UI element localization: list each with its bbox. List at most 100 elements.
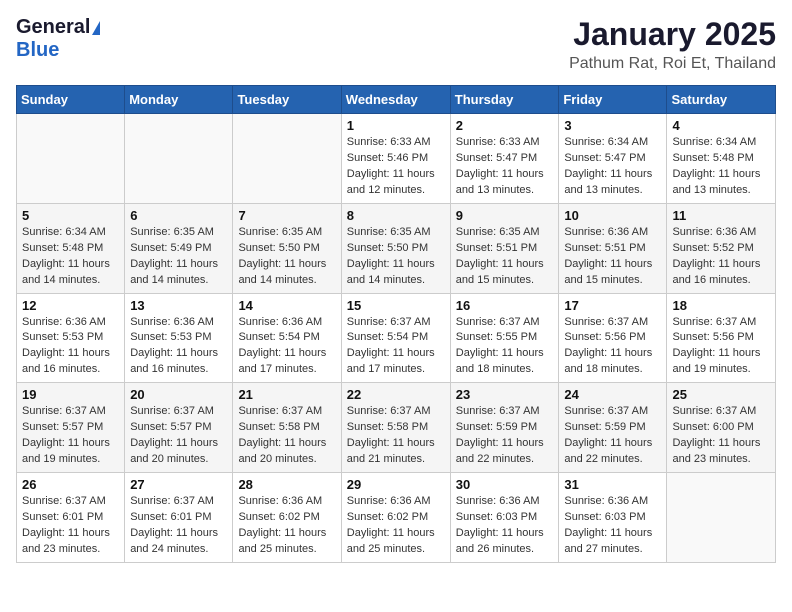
day-info: Sunrise: 6:36 AM Sunset: 5:53 PM Dayligh… (130, 315, 227, 379)
day-number: 7 (238, 208, 335, 223)
calendar-table: SundayMondayTuesdayWednesdayThursdayFrid… (16, 85, 776, 563)
day-number: 3 (564, 118, 661, 133)
logo-blue-text: Blue (16, 39, 59, 62)
day-info: Sunrise: 6:37 AM Sunset: 6:01 PM Dayligh… (22, 494, 119, 558)
calendar-cell (233, 114, 341, 204)
weekday-header-wednesday: Wednesday (341, 86, 450, 114)
title-block: January 2025 Pathum Rat, Roi Et, Thailan… (569, 16, 776, 73)
day-number: 4 (672, 118, 770, 133)
day-number: 10 (564, 208, 661, 223)
calendar-cell (17, 114, 125, 204)
calendar-cell: 30 Sunrise: 6:36 AM Sunset: 6:03 PM Dayli… (450, 473, 559, 563)
day-info: Sunrise: 6:37 AM Sunset: 5:58 PM Dayligh… (238, 404, 335, 468)
calendar-cell: 28 Sunrise: 6:36 AM Sunset: 6:02 PM Dayli… (233, 473, 341, 563)
calendar-cell: 2 Sunrise: 6:33 AM Sunset: 5:47 PM Daylig… (450, 114, 559, 204)
day-info: Sunrise: 6:35 AM Sunset: 5:51 PM Dayligh… (456, 225, 554, 289)
calendar-cell: 21Sunrise: 6:37 AM Sunset: 5:58 PM Dayli… (233, 383, 341, 473)
day-info: Sunrise: 6:36 AM Sunset: 5:51 PM Dayligh… (564, 225, 661, 289)
day-number: 16 (456, 298, 554, 313)
day-info: Sunrise: 6:37 AM Sunset: 6:00 PM Dayligh… (672, 404, 770, 468)
day-info: Sunrise: 6:35 AM Sunset: 5:50 PM Dayligh… (347, 225, 445, 289)
calendar-cell: 9 Sunrise: 6:35 AM Sunset: 5:51 PM Daylig… (450, 203, 559, 293)
calendar-cell: 22 Sunrise: 6:37 AM Sunset: 5:58 PM Dayli… (341, 383, 450, 473)
calendar-cell: 8 Sunrise: 6:35 AM Sunset: 5:50 PM Daylig… (341, 203, 450, 293)
weekday-header-sunday: Sunday (17, 86, 125, 114)
calendar-cell: 3 Sunrise: 6:34 AM Sunset: 5:47 PM Daylig… (559, 114, 667, 204)
day-info: Sunrise: 6:34 AM Sunset: 5:47 PM Dayligh… (564, 135, 661, 199)
day-number: 25 (672, 387, 770, 402)
calendar-cell (125, 114, 233, 204)
calendar-cell: 4 Sunrise: 6:34 AM Sunset: 5:48 PM Daylig… (667, 114, 776, 204)
day-number: 28 (238, 477, 335, 492)
day-number: 31 (564, 477, 661, 492)
day-number: 23 (456, 387, 554, 402)
day-info: Sunrise: 6:37 AM Sunset: 5:58 PM Dayligh… (347, 404, 445, 468)
calendar-cell: 1 Sunrise: 6:33 AM Sunset: 5:46 PM Daylig… (341, 114, 450, 204)
calendar-cell: 7 Sunrise: 6:35 AM Sunset: 5:50 PM Daylig… (233, 203, 341, 293)
day-info: Sunrise: 6:37 AM Sunset: 5:54 PM Dayligh… (347, 315, 445, 379)
calendar-cell: 24 Sunrise: 6:37 AM Sunset: 5:59 PM Dayli… (559, 383, 667, 473)
weekday-header-tuesday: Tuesday (233, 86, 341, 114)
calendar-cell: 14Sunrise: 6:36 AM Sunset: 5:54 PM Dayli… (233, 293, 341, 383)
calendar-cell: 15Sunrise: 6:37 AM Sunset: 5:54 PM Dayli… (341, 293, 450, 383)
day-info: Sunrise: 6:37 AM Sunset: 6:01 PM Dayligh… (130, 494, 227, 558)
calendar-week-4: 19 Sunrise: 6:37 AM Sunset: 5:57 PM Dayli… (17, 383, 776, 473)
day-info: Sunrise: 6:34 AM Sunset: 5:48 PM Dayligh… (672, 135, 770, 199)
calendar-cell: 18 Sunrise: 6:37 AM Sunset: 5:56 PM Dayli… (667, 293, 776, 383)
logo-general-text: General (16, 16, 90, 39)
day-info: Sunrise: 6:36 AM Sunset: 6:02 PM Dayligh… (238, 494, 335, 558)
calendar-cell: 11 Sunrise: 6:36 AM Sunset: 5:52 PM Dayli… (667, 203, 776, 293)
day-number: 24 (564, 387, 661, 402)
day-number: 13 (130, 298, 227, 313)
weekday-header-row: SundayMondayTuesdayWednesdayThursdayFrid… (17, 86, 776, 114)
day-info: Sunrise: 6:37 AM Sunset: 5:57 PM Dayligh… (130, 404, 227, 468)
day-number: 17 (564, 298, 661, 313)
day-info: Sunrise: 6:37 AM Sunset: 5:59 PM Dayligh… (456, 404, 554, 468)
day-number: 27 (130, 477, 227, 492)
day-number: 29 (347, 477, 445, 492)
day-info: Sunrise: 6:37 AM Sunset: 5:57 PM Dayligh… (22, 404, 119, 468)
calendar-cell: 27 Sunrise: 6:37 AM Sunset: 6:01 PM Dayli… (125, 473, 233, 563)
calendar-cell: 20 Sunrise: 6:37 AM Sunset: 5:57 PM Dayli… (125, 383, 233, 473)
day-info: Sunrise: 6:37 AM Sunset: 5:59 PM Dayligh… (564, 404, 661, 468)
day-number: 9 (456, 208, 554, 223)
calendar-cell: 29Sunrise: 6:36 AM Sunset: 6:02 PM Dayli… (341, 473, 450, 563)
day-number: 1 (347, 118, 445, 133)
calendar-cell: 17 Sunrise: 6:37 AM Sunset: 5:56 PM Dayli… (559, 293, 667, 383)
day-info: Sunrise: 6:36 AM Sunset: 5:52 PM Dayligh… (672, 225, 770, 289)
calendar-cell: 12Sunrise: 6:36 AM Sunset: 5:53 PM Dayli… (17, 293, 125, 383)
day-info: Sunrise: 6:34 AM Sunset: 5:48 PM Dayligh… (22, 225, 119, 289)
day-number: 2 (456, 118, 554, 133)
day-number: 30 (456, 477, 554, 492)
calendar-cell: 5Sunrise: 6:34 AM Sunset: 5:48 PM Daylig… (17, 203, 125, 293)
calendar-cell: 10 Sunrise: 6:36 AM Sunset: 5:51 PM Dayli… (559, 203, 667, 293)
weekday-header-friday: Friday (559, 86, 667, 114)
weekday-header-thursday: Thursday (450, 86, 559, 114)
day-info: Sunrise: 6:33 AM Sunset: 5:47 PM Dayligh… (456, 135, 554, 199)
day-info: Sunrise: 6:33 AM Sunset: 5:46 PM Dayligh… (347, 135, 445, 199)
day-info: Sunrise: 6:37 AM Sunset: 5:56 PM Dayligh… (564, 315, 661, 379)
calendar-cell: 31 Sunrise: 6:36 AM Sunset: 6:03 PM Dayli… (559, 473, 667, 563)
calendar-cell: 26 Sunrise: 6:37 AM Sunset: 6:01 PM Dayli… (17, 473, 125, 563)
day-info: Sunrise: 6:36 AM Sunset: 6:03 PM Dayligh… (564, 494, 661, 558)
calendar-week-2: 5Sunrise: 6:34 AM Sunset: 5:48 PM Daylig… (17, 203, 776, 293)
logo: General Blue (16, 16, 100, 62)
calendar-cell: 16Sunrise: 6:37 AM Sunset: 5:55 PM Dayli… (450, 293, 559, 383)
day-number: 11 (672, 208, 770, 223)
day-number: 26 (22, 477, 119, 492)
day-number: 8 (347, 208, 445, 223)
day-number: 20 (130, 387, 227, 402)
day-info: Sunrise: 6:36 AM Sunset: 6:03 PM Dayligh… (456, 494, 554, 558)
day-number: 18 (672, 298, 770, 313)
weekday-header-saturday: Saturday (667, 86, 776, 114)
calendar-week-1: 1 Sunrise: 6:33 AM Sunset: 5:46 PM Daylig… (17, 114, 776, 204)
day-number: 22 (347, 387, 445, 402)
day-info: Sunrise: 6:35 AM Sunset: 5:49 PM Dayligh… (130, 225, 227, 289)
day-number: 14 (238, 298, 335, 313)
day-info: Sunrise: 6:37 AM Sunset: 5:56 PM Dayligh… (672, 315, 770, 379)
calendar-week-5: 26 Sunrise: 6:37 AM Sunset: 6:01 PM Dayli… (17, 473, 776, 563)
calendar-week-3: 12Sunrise: 6:36 AM Sunset: 5:53 PM Dayli… (17, 293, 776, 383)
day-number: 19 (22, 387, 119, 402)
day-info: Sunrise: 6:35 AM Sunset: 5:50 PM Dayligh… (238, 225, 335, 289)
calendar-cell: 25 Sunrise: 6:37 AM Sunset: 6:00 PM Dayli… (667, 383, 776, 473)
